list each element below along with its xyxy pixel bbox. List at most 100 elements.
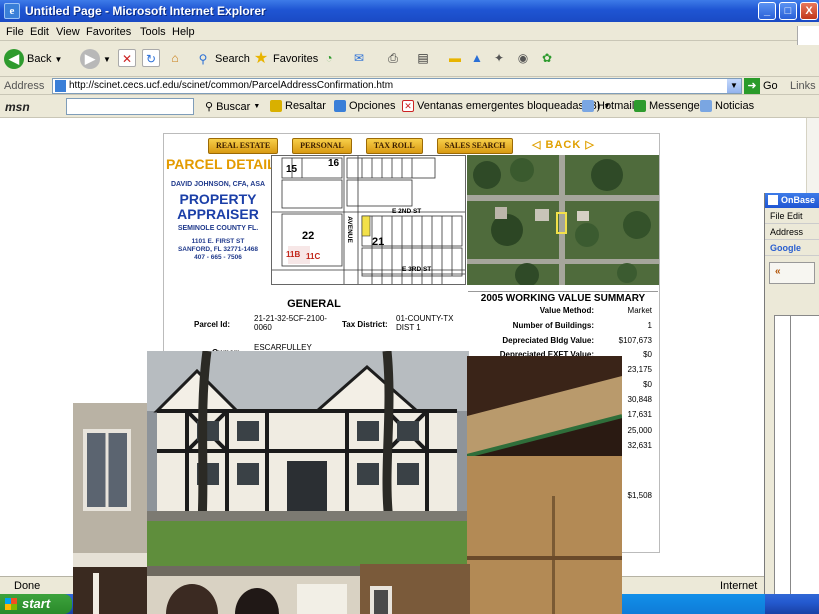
desktop: e Untitled Page - Microsoft Internet Exp… [0,0,819,614]
minimize-button[interactable]: _ [758,2,776,20]
windows-flag-icon [5,598,17,610]
aerial-photo[interactable] [467,155,659,285]
logo-appraiser: APPRAISER [177,206,259,222]
favorites-label: Favorites [273,53,319,65]
construction-photo-drawing [467,356,622,614]
messenger-label: Messenger [649,100,704,112]
back-dropdown-icon: ▼ [54,54,63,64]
discuss-icon[interactable]: ◉ [514,49,532,67]
status-zone: Internet [720,580,758,592]
onbase-title: OnBase [765,193,819,208]
nav-personal[interactable]: PERSONAL [292,138,352,154]
back-button[interactable]: ◀ Back ▼ [4,49,62,69]
summary-value: $0 [643,380,652,389]
hotmail-icon [582,100,594,112]
plat-map-drawing [272,156,465,284]
tudor-building-photo [147,351,469,566]
msn-opciones-button[interactable]: Opciones [334,100,395,112]
msn-hotmail-button[interactable]: Hotmail [582,100,634,112]
highlighter-icon [270,100,282,112]
back-link[interactable]: ◁ BACK ▷ [532,138,595,151]
parcel-id-label: Parcel Id: [194,320,231,329]
msn-logo[interactable]: msn [5,100,30,114]
document-gridline [790,316,791,614]
address-input[interactable]: http://scinet.cecs.ucf.edu/scinet/common… [52,78,742,94]
refresh-icon[interactable]: ↻ [142,49,160,67]
menu-help[interactable]: Help [172,26,195,38]
onbase-google[interactable]: Google [765,240,819,256]
house-photo-left-drawing [73,403,149,614]
onbase-window[interactable]: OnBase File Edit Address Google « [764,193,819,614]
msn-messenger-button[interactable]: Messenger [634,100,703,112]
nav-tax-roll[interactable]: TAX ROLL [365,138,423,154]
msn-popups-button[interactable]: ✕ Ventanas emergentes bloqueadas (3) ▼ [402,100,610,112]
maximize-button[interactable]: □ [779,2,797,20]
house-photo-left [73,403,149,614]
menu-edit[interactable]: Edit [30,26,49,38]
menu-favorites[interactable]: Favorites [86,26,131,38]
forward-dropdown-icon: ▼ [103,54,111,64]
onbase-nav-buttons[interactable]: « [769,262,815,284]
tax-district-label: Tax District: [342,320,388,329]
favorites-button[interactable]: ★ Favorites [252,49,318,69]
onbase-menu[interactable]: File Edit [765,208,819,224]
onbase-address[interactable]: Address [765,224,819,240]
messenger-icon[interactable]: ✦ [490,49,508,67]
system-tray[interactable] [620,594,765,614]
research-icon[interactable]: ▲ [468,49,486,67]
mail-icon[interactable]: ✉ [350,49,368,67]
news-icon [700,100,712,112]
stop-icon[interactable]: ✕ [118,49,136,67]
office-address: 1101 E. FIRST ST SANFORD, FL 32771-1468 … [166,238,270,262]
summary-row: Value Method: Market [468,306,652,318]
porch-photo-drawing [360,564,470,614]
folder-icon[interactable]: ▬ [446,49,464,67]
summary-value: 25,000 [627,426,652,435]
title-bar[interactable]: e Untitled Page - Microsoft Internet Exp… [0,0,819,22]
menu-bar: File Edit View Favorites Tools Help [0,22,819,45]
close-button[interactable]: X [800,2,818,20]
plat-lot-22: 22 [302,230,315,242]
window-title: Untitled Page - Microsoft Internet Explo… [25,4,266,18]
first-page-icon: « [775,266,781,277]
print-icon[interactable]: ⎙ [384,49,402,67]
menu-file[interactable]: File [6,26,24,38]
go-button[interactable]: ➜ Go [744,78,778,94]
plat-map[interactable]: 15 16 22 21 E 2ND ST E 3RD ST AVENUE 11B… [271,155,466,285]
plat-avenue: AVENUE [345,216,353,243]
plat-lot-15: 15 [286,164,298,175]
msn-buscar-button[interactable]: ⚲ Buscar ▼ [205,100,260,114]
buscar-label: Buscar [216,100,251,113]
status-done: Done [14,580,41,592]
summary-label: Value Method: [539,306,594,315]
msn-noticias-button[interactable]: Noticias [700,100,754,112]
start-button[interactable]: start [0,594,72,614]
appraiser-name: DAVID JOHNSON, CFA, ASA [170,181,266,188]
address-url: http://scinet.cecs.ucf.edu/scinet/common… [69,80,394,91]
forward-button[interactable]: ▶ ▼ [80,49,111,69]
home-icon[interactable]: ⌂ [166,49,184,67]
nav-real-estate[interactable]: REAL ESTATE [208,138,279,154]
summary-value: 1 [647,321,652,330]
msn-resaltar-button[interactable]: Resaltar [270,100,326,112]
msn-search-input[interactable] [66,98,194,115]
address-line-2: SANFORD, FL 32771-1468 [177,246,259,253]
menu-view[interactable]: View [56,26,80,38]
general-heading: GENERAL [287,298,341,310]
start-label: start [22,596,51,611]
back-arrow-icon: ◀ [4,49,24,69]
family-photo-drawing [147,566,360,614]
nav-sales-search[interactable]: SALES SEARCH [436,138,514,154]
search-button[interactable]: ⚲ Search [194,49,250,69]
history-icon[interactable]: ◔ [320,49,338,67]
buddy-icon[interactable]: ✿ [538,49,556,67]
plat-lot-11b: 11B [286,250,301,259]
address-dropdown-icon[interactable]: ▼ [727,79,741,93]
page-nav: REAL ESTATE PERSONAL TAX ROLL SALES SEAR… [208,138,514,154]
magnifier-icon: ⚲ [205,101,214,113]
menu-tools[interactable]: Tools [140,26,166,38]
links-button[interactable]: Links [790,80,816,92]
noticias-label: Noticias [715,100,755,112]
summary-value: $107,673 [618,336,652,345]
edit-icon[interactable]: ▤ [414,49,432,67]
